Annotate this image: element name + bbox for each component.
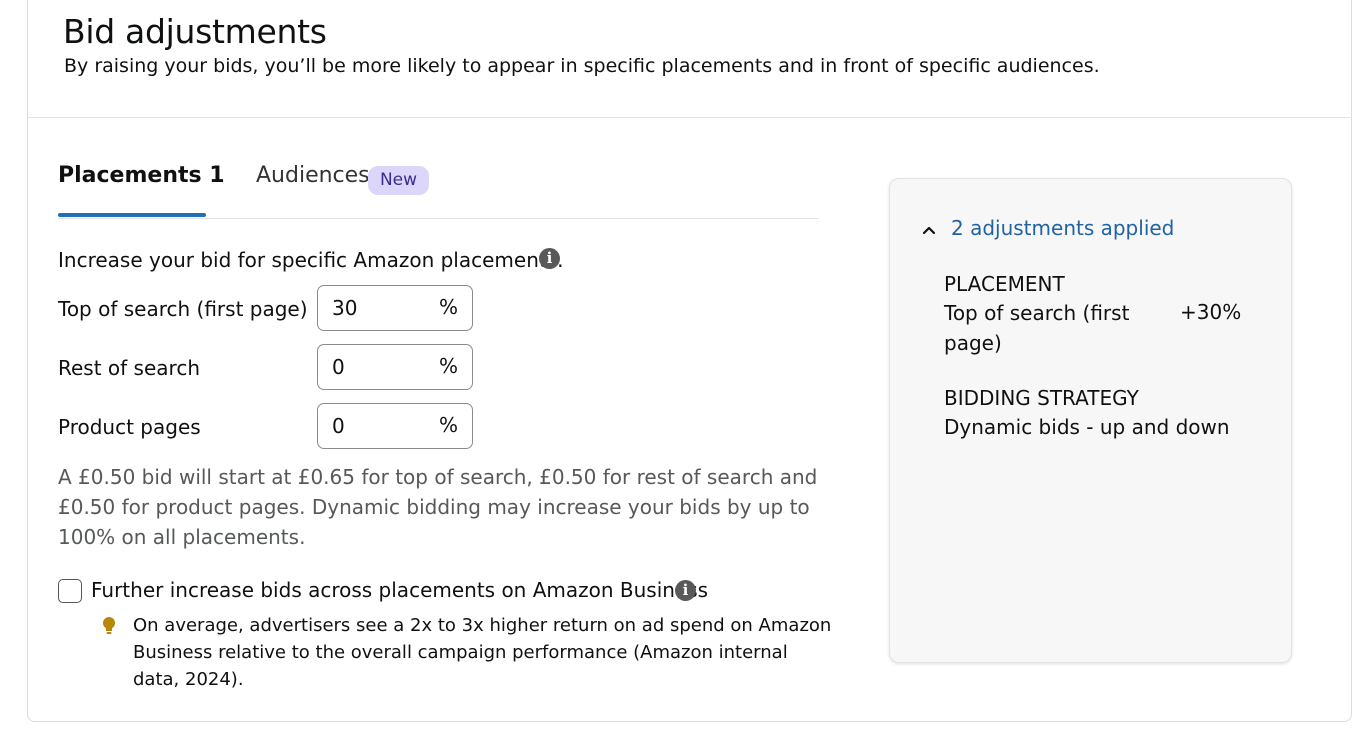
summary-strategy-value: Dynamic bids - up and down [944,415,1230,439]
amazon-business-checkbox[interactable] [58,579,82,603]
bid-explanation: A £0.50 bid will start at £0.65 for top … [58,465,818,549]
placement-label-product-pages: Product pages [58,415,201,439]
summary-placement-heading: PLACEMENT [944,272,1065,296]
percent-sign: % [438,354,458,378]
amazon-business-checkbox-label[interactable]: Further increase bids across placements … [91,578,708,602]
adjustments-toggle-label[interactable]: 2 adjustments applied [951,216,1174,240]
percent-sign: % [438,413,458,437]
new-badge: New [368,166,429,195]
top-of-search-field[interactable]: % [317,285,473,331]
amazon-business-tip: On average, advertisers see a 2x to 3x h… [133,615,832,690]
chevron-up-icon [922,226,936,235]
active-tab-indicator [58,213,206,217]
tab-placements[interactable]: Placements 1 [58,163,225,188]
percent-sign: % [438,295,458,319]
product-pages-input[interactable] [332,413,432,439]
info-icon[interactable]: i [539,248,560,269]
placement-label-rest-of-search: Rest of search [58,356,200,380]
tabs-divider [58,218,819,219]
lightbulb-icon [103,617,115,634]
info-icon[interactable]: i [675,580,696,601]
summary-placement-name: Top of search (first page) [944,301,1130,355]
rest-of-search-input[interactable] [332,354,432,380]
page-title: Bid adjustments [63,12,327,51]
product-pages-field[interactable]: % [317,403,473,449]
rest-of-search-field[interactable]: % [317,344,473,390]
tab-audiences[interactable]: Audiences [256,163,370,188]
summary-strategy-heading: BIDDING STRATEGY [944,386,1139,410]
page-subtitle: By raising your bids, you’ll be more lik… [64,55,1100,77]
placements-intro: Increase your bid for specific Amazon pl… [58,248,564,272]
header-divider [27,117,1352,118]
summary-placement-value: +30% [1180,300,1242,324]
top-of-search-input[interactable] [332,295,432,321]
placement-label-top-of-search: Top of search (first page) [58,297,308,321]
